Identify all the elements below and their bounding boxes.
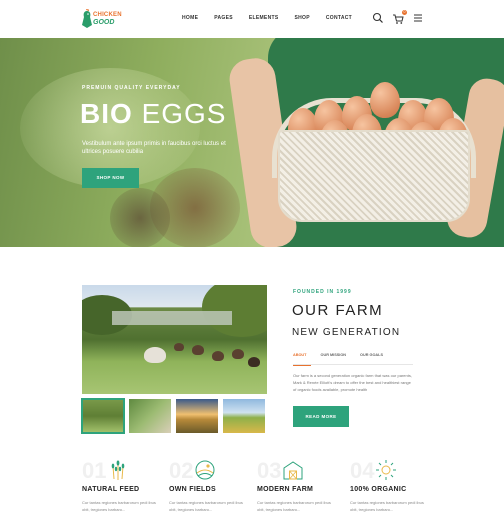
feature-number: 03 xyxy=(257,458,282,483)
tab-our-mission[interactable]: OUR MISSION xyxy=(321,353,347,365)
fence xyxy=(112,311,232,325)
cart-count-badge: 0 xyxy=(402,10,407,15)
hen xyxy=(144,347,166,363)
feature-natural-feed: 01 NATURAL FEED Cur tantas regiones barb… xyxy=(82,458,162,515)
hen xyxy=(248,357,260,367)
hero-banner: PREMUIN QUALITY EVERYDAY BIO EGGS Vestib… xyxy=(0,38,504,247)
farm-description: Our farm is a second generation organic … xyxy=(293,373,412,392)
tab-about[interactable]: ABOUT xyxy=(293,353,311,366)
thumbnail-4[interactable] xyxy=(223,399,265,433)
wheat-icon xyxy=(111,460,125,480)
hero-title: BIO EGGS xyxy=(80,98,226,130)
chicken-logo-icon xyxy=(82,9,92,28)
site-header: CHICKEN GOOD HOME PAGES ELEMENTS SHOP CO… xyxy=(0,0,504,38)
field-icon xyxy=(195,460,215,480)
nav-home[interactable]: HOME xyxy=(182,15,198,21)
feature-modern-farm: 03 MODERN FARM Cur tantas regiones barba… xyxy=(257,458,337,515)
farm-tabs: ABOUT OUR MISSION OUR GOALS xyxy=(293,353,413,366)
barn-icon xyxy=(283,461,303,480)
egg-basket xyxy=(278,130,470,222)
feature-own-fields: 02 OWN FIELDS Cur tantas regiones barbar… xyxy=(169,458,249,515)
hero-subtitle: Vestibulum ante ipsum primis in faucibus… xyxy=(82,141,226,155)
egg xyxy=(370,82,400,118)
feature-number: 01 xyxy=(82,458,107,483)
nav-contact[interactable]: CONTACT xyxy=(326,15,352,21)
shop-now-button[interactable]: SHOP NOW xyxy=(82,168,139,188)
hen xyxy=(174,343,184,351)
feature-text: Cur tantas regiones barbarorum pedi ibus… xyxy=(257,500,331,512)
thumbnail-2[interactable] xyxy=(129,399,171,433)
search-icon[interactable] xyxy=(372,12,384,24)
menu-icon[interactable] xyxy=(412,12,424,24)
feature-text: Cur tantas regiones barbarorum pedi ibus… xyxy=(350,500,424,512)
farm-subtitle: NEW GENERATION xyxy=(292,327,401,338)
nav-elements[interactable]: ELEMENTS xyxy=(249,15,279,21)
main-nav: HOME PAGES ELEMENTS SHOP CONTACT xyxy=(182,15,368,21)
header-actions: 0 xyxy=(372,10,424,24)
sun-icon xyxy=(376,460,396,480)
feature-number: 04 xyxy=(350,458,375,483)
farm-main-photo xyxy=(82,285,267,394)
hen xyxy=(212,351,224,361)
founded-label: FOUNDED IN 1999 xyxy=(293,289,352,295)
feature-title: NATURAL FEED xyxy=(82,486,140,493)
hen xyxy=(192,345,204,355)
cart-icon xyxy=(393,14,404,24)
cart-button[interactable]: 0 xyxy=(392,10,407,24)
hero-kicker: PREMUIN QUALITY EVERYDAY xyxy=(82,85,181,91)
hen xyxy=(232,349,244,359)
feature-title: OWN FIELDS xyxy=(169,486,216,493)
logo-text-bottom: GOOD xyxy=(93,19,115,26)
feature-text: Cur tantas regiones barbarorum pedi ibus… xyxy=(82,500,156,512)
feature-title: MODERN FARM xyxy=(257,486,314,493)
feature-title: 100% ORGANIC xyxy=(350,486,407,493)
hero-hen-blur-2 xyxy=(110,188,170,247)
read-more-button[interactable]: READ MORE xyxy=(293,406,349,427)
thumbnail-1[interactable] xyxy=(81,398,125,434)
feature-number: 02 xyxy=(169,458,194,483)
nav-pages[interactable]: PAGES xyxy=(214,15,233,21)
hero-title-bold: BIO xyxy=(80,98,133,129)
farm-title: OUR FARM xyxy=(292,302,384,319)
photo-thumbnails xyxy=(81,398,265,434)
feature-organic: 04 100% ORGANIC Cur tantas regiones barb… xyxy=(350,458,430,515)
hero-title-light: EGGS xyxy=(141,98,227,129)
nav-shop[interactable]: SHOP xyxy=(294,15,309,21)
logo[interactable]: CHICKEN GOOD xyxy=(80,9,124,31)
tab-our-goals[interactable]: OUR GOALS xyxy=(360,353,383,365)
logo-text-top: CHICKEN xyxy=(93,12,122,18)
thumbnail-3[interactable] xyxy=(176,399,218,433)
feature-text: Cur tantas regiones barbarorum pedi ibus… xyxy=(169,500,243,512)
